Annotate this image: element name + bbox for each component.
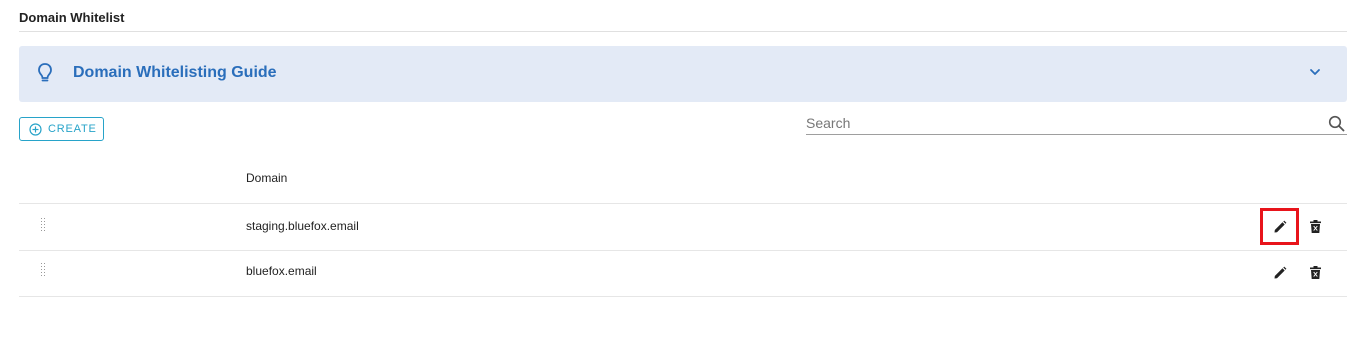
edit-button[interactable] bbox=[1260, 254, 1299, 291]
create-button[interactable]: CREATE bbox=[19, 117, 104, 141]
delete-button[interactable] bbox=[1303, 213, 1327, 239]
edit-icon bbox=[1274, 220, 1286, 232]
guide-accordion[interactable]: Domain Whitelisting Guide bbox=[19, 46, 1347, 102]
edit-icon bbox=[1274, 266, 1286, 278]
guide-title: Domain Whitelisting Guide bbox=[73, 64, 277, 81]
chevron-down-icon[interactable] bbox=[1309, 66, 1321, 78]
column-header-domain[interactable]: Domain bbox=[246, 171, 287, 185]
drag-handle-icon[interactable] bbox=[40, 218, 46, 232]
page-title: Domain Whitelist bbox=[19, 10, 125, 25]
drag-handle-icon[interactable] bbox=[40, 263, 46, 277]
domain-cell: bluefox.email bbox=[246, 264, 317, 278]
table-row: bluefox.email bbox=[19, 250, 1347, 296]
edit-button[interactable] bbox=[1260, 208, 1299, 245]
lightbulb-icon bbox=[38, 63, 52, 82]
delete-icon bbox=[1309, 265, 1321, 279]
search-input[interactable] bbox=[806, 112, 1306, 134]
create-button-label: CREATE bbox=[48, 123, 97, 135]
add-circle-icon bbox=[29, 122, 42, 136]
search-field[interactable] bbox=[806, 112, 1347, 135]
delete-icon bbox=[1309, 219, 1321, 233]
delete-button[interactable] bbox=[1303, 259, 1327, 285]
title-divider bbox=[19, 31, 1347, 32]
domain-cell: staging.bluefox.email bbox=[246, 219, 359, 233]
table-row: staging.bluefox.email bbox=[19, 203, 1347, 249]
search-icon[interactable] bbox=[1328, 115, 1345, 132]
table-divider bbox=[19, 296, 1347, 297]
